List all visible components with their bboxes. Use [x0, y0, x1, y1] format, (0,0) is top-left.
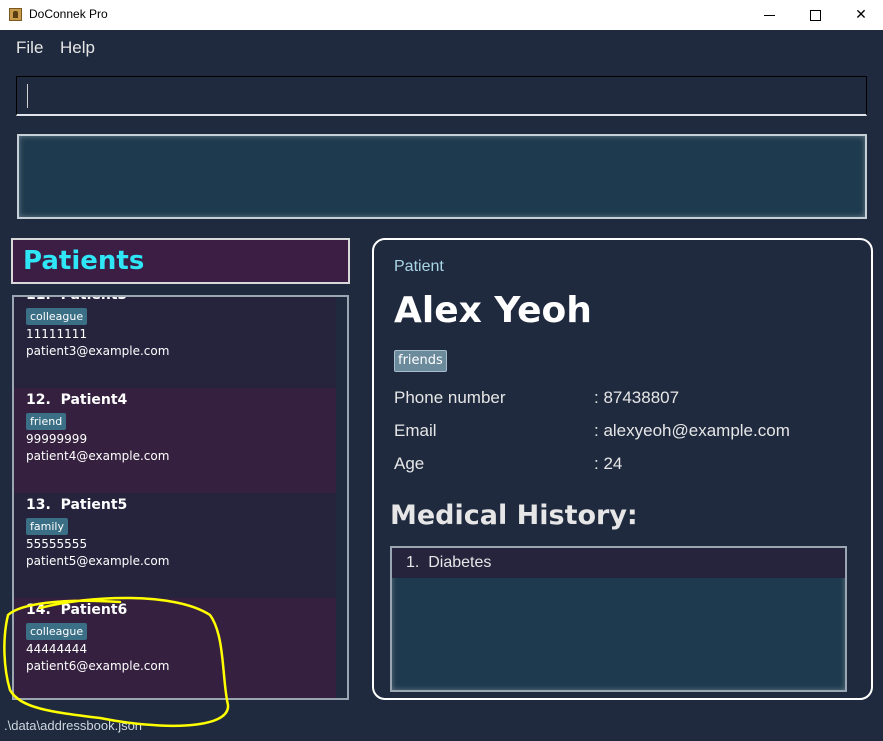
patient-phone: 44444444 — [26, 642, 88, 656]
patient-detail-panel: Patient Alex Yeoh friends Phone number :… — [372, 238, 873, 700]
detail-name: Alex Yeoh — [394, 290, 592, 331]
patient-phone: 11111111 — [26, 327, 88, 341]
age-label: Age — [394, 454, 425, 473]
status-bar-path: .\data\addressbook.json — [4, 718, 143, 733]
command-input[interactable] — [16, 76, 867, 116]
patient-card[interactable]: 14. Patient6 colleague 44444444 patient6… — [14, 598, 336, 698]
patient-tag: colleague — [26, 308, 88, 325]
patient-phone: 55555555 — [26, 537, 88, 551]
patient-email: patient6@example.com — [26, 659, 170, 673]
patient-card-name: 13. Patient5 — [26, 497, 128, 513]
patient-email: patient3@example.com — [26, 344, 170, 358]
menu-help[interactable]: Help — [60, 38, 95, 58]
close-icon: ✕ — [855, 7, 867, 23]
medical-history-list[interactable]: 1. Diabetes — [390, 546, 847, 692]
patient-email: patient4@example.com — [26, 449, 170, 463]
maximize-icon — [809, 9, 821, 21]
medical-history-item[interactable]: 1. Diabetes — [392, 548, 845, 578]
phone-label: Phone number — [394, 388, 506, 407]
patient-card-name: 12. Patient4 — [26, 392, 128, 408]
email-value: : alexyeoh@example.com — [594, 421, 790, 440]
close-button[interactable]: ✕ — [838, 0, 883, 30]
patient-card-name: 11. Patient3 — [26, 295, 128, 303]
result-display[interactable] — [17, 134, 867, 219]
age-value: : 24 — [594, 454, 623, 473]
title-bar: DoConnek Pro ✕ — [0, 0, 883, 30]
list-scrollbar[interactable] — [336, 297, 347, 698]
patient-list[interactable]: 11. Patient3 colleague 11111111 patient3… — [12, 295, 349, 700]
patient-tag: family — [26, 518, 68, 535]
maximize-button[interactable] — [792, 0, 838, 30]
patient-tag: colleague — [26, 623, 88, 640]
patients-title: Patients — [23, 246, 145, 276]
patient-email: patient5@example.com — [26, 554, 170, 568]
text-caret — [27, 84, 28, 108]
detail-label: Patient — [394, 258, 444, 275]
patient-card[interactable]: 13. Patient5 family 55555555 patient5@ex… — [14, 493, 336, 598]
medical-history-text: 1. Diabetes — [406, 554, 492, 571]
minimize-button[interactable] — [746, 0, 792, 30]
patient-card[interactable]: 11. Patient3 colleague 11111111 patient3… — [14, 295, 336, 388]
app-icon — [9, 8, 22, 21]
patients-header: Patients — [11, 238, 350, 284]
minimize-icon — [763, 14, 775, 16]
phone-value: : 87438807 — [594, 388, 680, 407]
medical-history-title: Medical History: — [390, 500, 638, 531]
patient-card-name: 14. Patient6 — [26, 602, 128, 618]
window-title: DoConnek Pro — [29, 7, 108, 21]
menu-file[interactable]: File — [16, 38, 43, 58]
patient-phone: 99999999 — [26, 432, 88, 446]
detail-tag: friends — [394, 350, 447, 372]
email-label: Email — [394, 421, 437, 440]
patient-tag: friend — [26, 413, 67, 430]
patient-card[interactable]: 12. Patient4 friend 99999999 patient4@ex… — [14, 388, 336, 493]
